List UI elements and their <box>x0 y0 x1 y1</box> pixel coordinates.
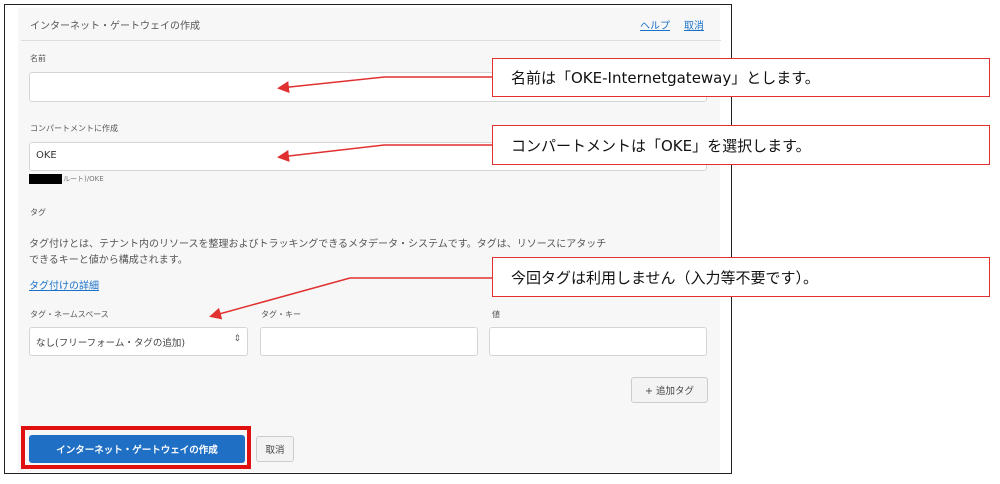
annotation-compartment: コンパートメントは「OKE」を選択します。 <box>492 125 990 165</box>
annotation-tags: 今回タグは利用しません（入力等不要です）。 <box>492 257 990 297</box>
annotation-name: 名前は「OKE-Internetgateway」とします。 <box>492 58 990 97</box>
annotation-arrow-2 <box>277 144 492 162</box>
annotation-arrow-1 <box>277 76 492 94</box>
annotation-arrow-3 <box>209 277 492 320</box>
